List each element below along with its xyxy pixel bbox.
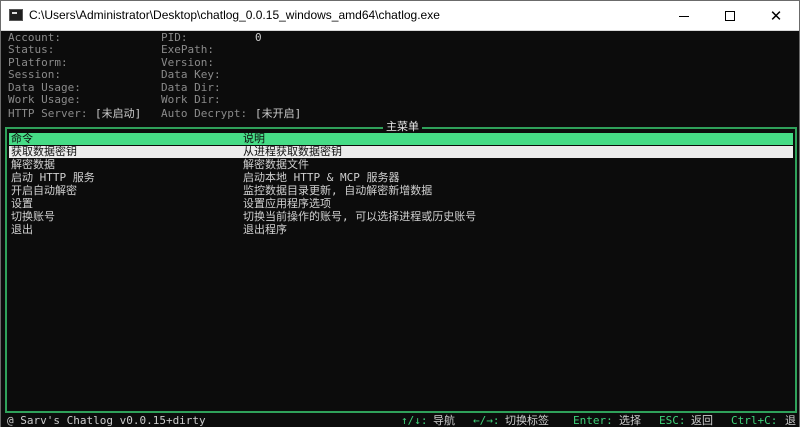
pid-value: 0 <box>255 31 262 44</box>
menu-item-start-http[interactable]: 启动 HTTP 服务 启动本地 HTTP & MCP 服务器 <box>9 172 793 184</box>
console-app-icon <box>9 9 23 21</box>
maximize-button[interactable] <box>707 1 753 31</box>
title-bar[interactable]: C:\Users\Administrator\Desktop\chatlog_0… <box>1 1 799 31</box>
exepath-label: ExePath: <box>161 43 214 56</box>
main-menu-panel: 主菜单 命令 说明 获取数据密钥 从进程获取数据密钥 解密数据 解密数据文件 启… <box>5 121 797 413</box>
hint-esc-text: 返回 <box>691 414 713 427</box>
menu-item-command: 启动 HTTP 服务 <box>11 171 95 184</box>
menu-item-description: 从进程获取数据密钥 <box>243 145 342 158</box>
hint-navigate-key: ↑/↓: <box>401 414 428 427</box>
minimize-button[interactable] <box>661 1 707 31</box>
menu-item-description: 监控数据目录更新, 自动解密新增数据 <box>243 184 433 197</box>
menu-item-command: 解密数据 <box>11 158 55 171</box>
auto-decrypt-label: Auto Decrypt: <box>161 107 248 120</box>
terminal-window: C:\Users\Administrator\Desktop\chatlog_0… <box>0 0 800 427</box>
maximize-icon <box>725 11 735 21</box>
hint-ctrl-c-text: 退 <box>785 414 796 427</box>
minimize-icon <box>679 16 689 17</box>
status-label: Status: <box>8 43 55 56</box>
menu-item-decrypt-data[interactable]: 解密数据 解密数据文件 <box>9 159 793 171</box>
menu-item-description: 退出程序 <box>243 223 287 236</box>
hint-switch-tab-text: 切换标签 <box>505 414 549 427</box>
hint-esc-key: ESC: <box>659 414 686 427</box>
http-server-status: [未启动] <box>95 107 142 120</box>
auto-decrypt-status: [未开启] <box>255 107 302 120</box>
menu-item-description: 启动本地 HTTP & MCP 服务器 <box>243 171 400 184</box>
app-version-text: @ Sarv's Chatlog v0.0.15+dirty <box>7 414 206 427</box>
hint-enter-key: Enter: <box>573 414 613 427</box>
menu-item-description: 解密数据文件 <box>243 158 309 171</box>
menu-item-command: 退出 <box>11 223 33 236</box>
menu-item-auto-decrypt[interactable]: 开启自动解密 监控数据目录更新, 自动解密新增数据 <box>9 185 793 197</box>
menu-item-get-data-key[interactable]: 获取数据密钥 从进程获取数据密钥 <box>9 146 793 158</box>
menu-item-command: 获取数据密钥 <box>11 145 77 158</box>
menu-item-switch-account[interactable]: 切换账号 切换当前操作的账号, 可以选择进程或历史账号 <box>9 211 793 223</box>
work-dir-label: Work Dir: <box>161 93 221 106</box>
menu-item-settings[interactable]: 设置 设置应用程序选项 <box>9 198 793 210</box>
http-server-label: HTTP Server: <box>8 107 88 120</box>
description-column-header: 说明 <box>243 132 265 145</box>
terminal-content: Account: PID: 0 Status: ExePath: Platfor… <box>1 32 799 427</box>
hint-navigate-text: 导航 <box>433 414 455 427</box>
menu-item-command: 开启自动解密 <box>11 184 77 197</box>
session-label: Session: <box>8 68 61 81</box>
menu-item-command: 设置 <box>11 197 33 210</box>
menu-item-description: 切换当前操作的账号, 可以选择进程或历史账号 <box>243 210 477 223</box>
command-column-header: 命令 <box>11 132 33 145</box>
menu-table-header: 命令 说明 <box>9 133 793 145</box>
work-usage-label: Work Usage: <box>8 93 81 106</box>
close-button[interactable]: ✕ <box>753 1 799 31</box>
status-bar: @ Sarv's Chatlog v0.0.15+dirty ↑/↓: 导航 ←… <box>1 414 799 427</box>
hint-switch-tab-key: ←/→: <box>473 414 500 427</box>
hint-enter-text: 选择 <box>619 414 641 427</box>
hint-ctrl-c-key: Ctrl+C: <box>731 414 778 427</box>
window-title: C:\Users\Administrator\Desktop\chatlog_0… <box>29 8 440 22</box>
close-icon: ✕ <box>769 7 783 25</box>
menu-item-exit[interactable]: 退出 退出程序 <box>9 224 793 236</box>
menu-item-description: 设置应用程序选项 <box>243 197 331 210</box>
menu-item-command: 切换账号 <box>11 210 55 223</box>
data-key-label: Data Key: <box>161 68 221 81</box>
main-menu-title: 主菜单 <box>383 121 422 133</box>
